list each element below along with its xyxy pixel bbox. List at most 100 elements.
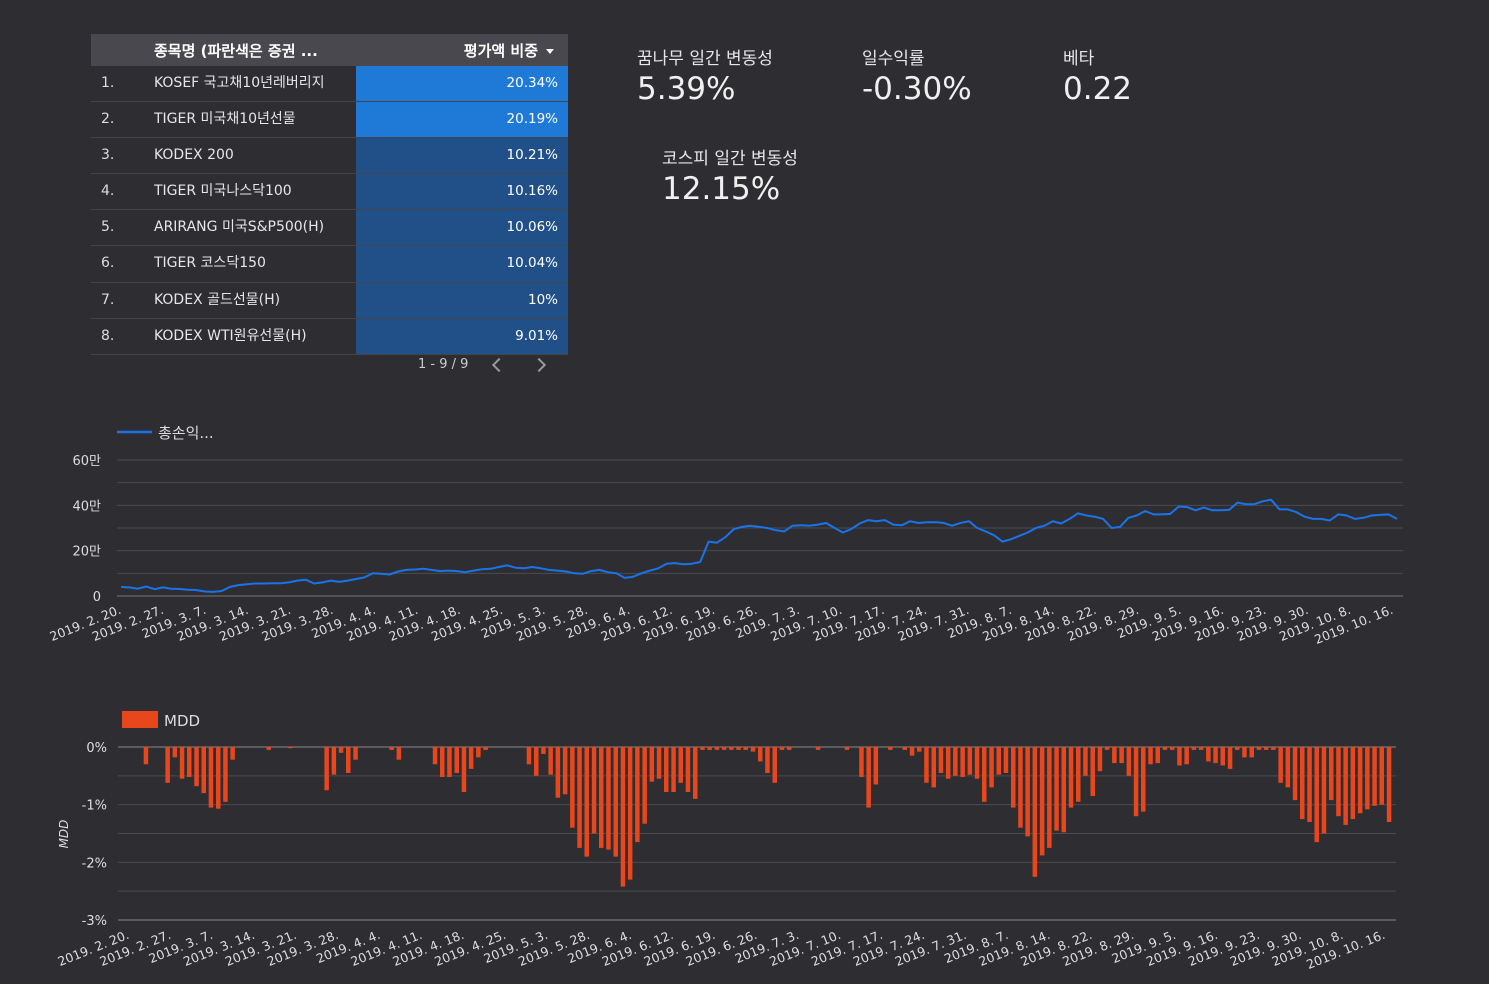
mdd-bar: [1343, 747, 1348, 825]
mdd-bar: [172, 747, 178, 758]
kpi-daily-return-label: 일수익률: [862, 49, 925, 69]
legend-bar-swatch: [122, 711, 158, 728]
mdd-bar: [859, 747, 864, 777]
profit-line-chart: 총손익...020만40만60만2019. 2. 20.2019. 2. 27.…: [47, 424, 1403, 647]
mdd-bar: [1329, 747, 1334, 801]
row-weight: 20.19%: [356, 102, 568, 138]
mdd-bar: [635, 747, 640, 843]
legend-label: MDD: [164, 712, 200, 730]
mdd-bar: [873, 747, 879, 785]
mdd-bar: [483, 747, 488, 750]
mdd-bar: [772, 747, 777, 783]
chevron-left-icon[interactable]: [492, 357, 507, 372]
mdd-bar: [606, 747, 611, 850]
mdd-bar: [786, 747, 792, 750]
row-name: TIGER 코스닥150: [154, 255, 266, 272]
mdd-bar: [649, 747, 655, 782]
column-header-weight[interactable]: 평가액 비중: [356, 40, 568, 61]
mdd-bar: [194, 747, 199, 787]
mdd-bar: [454, 747, 459, 773]
table-row[interactable]: 1. KOSEF 국고채10년레버리지 20.34%: [91, 66, 568, 103]
mdd-bar: [541, 747, 546, 754]
row-weight: 10.04%: [356, 246, 568, 282]
table-row[interactable]: 8. KODEX WTI원유선물(H) 9.01%: [91, 318, 568, 355]
kpi-volatility: 꿈나무 일간 변동성 5.39%: [637, 44, 773, 107]
table-row[interactable]: 4. TIGER 미국나스닥100 10.16%: [91, 174, 568, 211]
row-index: 8.: [101, 327, 115, 344]
mdd-bar: [476, 747, 481, 758]
mdd-bar: [620, 747, 626, 887]
mdd-bar: [960, 747, 965, 777]
mdd-bar: [201, 747, 206, 794]
mdd-bar: [1256, 747, 1262, 750]
row-index: 4.: [101, 183, 115, 200]
pagination-label: 1 - 9 / 9: [418, 357, 469, 372]
mdd-bar: [917, 747, 922, 752]
column-header-weight-label: 평가액 비중: [463, 41, 538, 60]
mdd-bar: [866, 747, 871, 808]
mdd-bar: [721, 747, 727, 750]
kpi-beta-value: 0.22: [1063, 71, 1133, 107]
mdd-bar: [1220, 747, 1225, 766]
mdd-bar: [1068, 747, 1074, 808]
mdd-bar: [1141, 747, 1146, 812]
row-weight: 10.16%: [356, 174, 568, 210]
mdd-bar: [938, 747, 944, 773]
pagination: 1 - 9 / 9: [418, 357, 547, 372]
row-index: 6.: [101, 255, 115, 272]
holdings-table: 종목명 (파란색은 증권 ... 평가액 비중 1. KOSEF 국고채10년레버…: [91, 34, 568, 355]
mdd-bar: [1018, 747, 1023, 828]
table-body: 1. KOSEF 국고채10년레버리지 20.34% 2. TIGER 미국채10년선물…: [91, 66, 568, 355]
mdd-bar: [324, 747, 329, 791]
mdd-bar: [1126, 747, 1132, 776]
table-row[interactable]: 5. ARIRANG 미국S&P500(H) 10.06%: [91, 210, 568, 247]
mdd-bar: [584, 747, 589, 857]
mdd-bar: [1300, 747, 1305, 820]
mdd-bar: [779, 747, 785, 750]
mdd-bar: [902, 747, 907, 750]
mdd-bar: [974, 747, 980, 779]
y-tick-label: -3%: [82, 914, 107, 929]
mdd-bar: [627, 747, 633, 880]
row-name: TIGER 미국채10년선물: [154, 111, 296, 128]
mdd-bar: [208, 747, 214, 808]
mdd-bar: [1011, 747, 1016, 808]
y-tick-label: -1%: [82, 799, 107, 814]
mdd-bar: [1076, 747, 1081, 802]
mdd-bar: [1263, 747, 1269, 750]
mdd-bar: [642, 747, 647, 824]
chevron-right-icon[interactable]: [532, 357, 547, 372]
column-header-name[interactable]: 종목명 (파란색은 증권 ...: [91, 40, 356, 61]
mdd-bar: [143, 747, 149, 765]
mdd-bar: [1213, 747, 1218, 764]
kpi-kospi-volatility: 코스피 일간 변동성 12.15%: [662, 144, 798, 207]
mdd-bar: [1235, 747, 1240, 750]
row-name: ARIRANG 미국S&P500(H): [154, 219, 325, 236]
mdd-bar: [1278, 747, 1283, 783]
y-tick-label: 60만: [72, 454, 101, 469]
kpi-kospi-volatility-label: 코스피 일간 변동성: [662, 149, 798, 169]
mdd-bar: [432, 747, 438, 765]
y-tick-label: 0%: [86, 741, 107, 756]
mdd-bar: [1097, 747, 1103, 772]
mdd-bar: [1003, 747, 1009, 773]
mdd-bar: [1206, 747, 1211, 762]
table-row[interactable]: 3. KODEX 200 10.21%: [91, 138, 568, 175]
table-row[interactable]: 6. TIGER 코스닥150 10.04%: [91, 246, 568, 283]
mdd-bar: [1191, 747, 1197, 750]
mdd-bar: [179, 747, 185, 779]
mdd-bar: [1047, 747, 1052, 848]
mdd-bar: [1285, 747, 1291, 788]
mdd-bar: [1379, 747, 1384, 805]
table-row[interactable]: 7. KODEX 골드선물(H) 10%: [91, 282, 568, 319]
row-index: 1.: [101, 75, 115, 91]
mdd-bar: [591, 747, 597, 834]
sort-desc-icon[interactable]: [546, 48, 554, 54]
table-row[interactable]: 2. TIGER 미국채10년선물 20.19%: [91, 102, 568, 139]
mdd-bar: [1314, 747, 1319, 843]
mdd-bar: [613, 747, 618, 857]
mdd-bar: [555, 747, 561, 798]
row-name: KODEX WTI원유선물(H): [154, 327, 307, 344]
mdd-bar: [996, 747, 1001, 775]
mdd-bar: [526, 747, 532, 765]
